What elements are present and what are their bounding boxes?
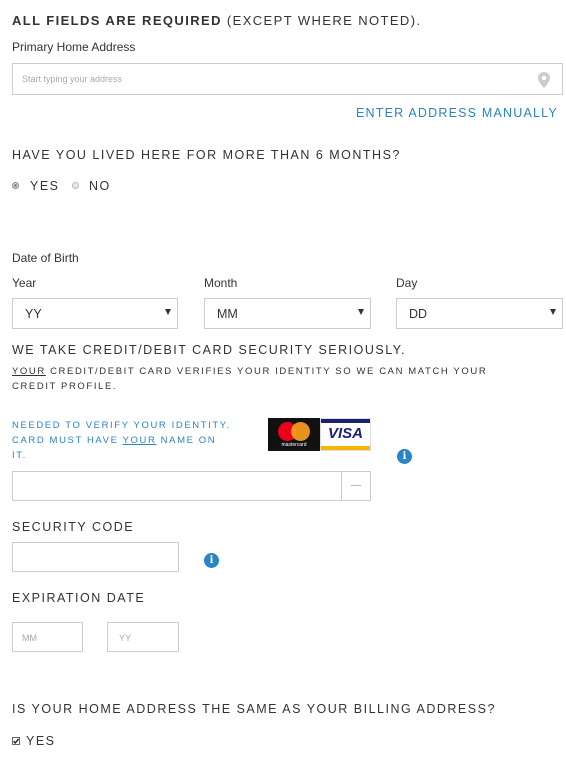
residence-no-radio[interactable]	[72, 182, 79, 189]
card-security-heading: WE TAKE CREDIT/DEBIT CARD SECURITY SERIO…	[12, 343, 406, 357]
mastercard-text: mastercard	[281, 442, 307, 448]
address-label: Primary Home Address	[12, 40, 136, 54]
expiration-month-placeholder: MM	[22, 633, 37, 643]
card-security-info: YOUR CREDIT/DEBIT CARD VERIFIES YOUR IDE…	[12, 364, 487, 394]
residence-yes-radio[interactable]	[12, 182, 19, 189]
card-number-addon: —	[341, 472, 370, 500]
card-verify-note: NEEDED TO VERIFY YOUR IDENTITY. CARD MUS…	[12, 418, 231, 463]
dob-year-value: YY	[25, 307, 42, 321]
billing-yes-label: YES	[26, 734, 56, 748]
residence-question: HAVE YOU LIVED HERE FOR MORE THAN 6 MONT…	[12, 148, 401, 162]
security-code-input[interactable]	[12, 542, 179, 572]
expiration-year-placeholder: YY	[119, 633, 132, 643]
chevron-down-icon	[358, 309, 364, 315]
card-verify-line1: NEEDED TO VERIFY YOUR IDENTITY.	[12, 420, 231, 431]
residence-no-label: NO	[89, 179, 111, 193]
residence-yes-label: YES	[30, 179, 60, 193]
security-code-label: SECURITY CODE	[12, 520, 135, 534]
dob-month-select[interactable]: MM	[204, 298, 371, 329]
dob-year-label: Year	[12, 276, 37, 290]
visa-logo: VISA	[320, 418, 371, 451]
card-info-icon[interactable]: i	[397, 449, 412, 464]
card-info-line1: CREDIT/DEBIT CARD VERIFIES YOUR IDENTITY…	[45, 366, 488, 377]
chevron-down-icon	[165, 309, 171, 315]
required-title: ALL FIELDS ARE REQUIRED	[12, 13, 222, 28]
mastercard-logo: mastercard	[268, 418, 320, 451]
card-verify-line2-post: NAME ON	[156, 435, 217, 446]
expiration-month-input[interactable]: MM	[12, 622, 83, 652]
expiration-year-input[interactable]: YY	[107, 622, 179, 652]
dob-day-select[interactable]: DD	[396, 298, 563, 329]
dob-day-label: Day	[396, 276, 418, 290]
chevron-down-icon	[550, 309, 556, 315]
dob-month-value: MM	[217, 307, 238, 321]
checkbox-checked-icon[interactable]	[12, 737, 20, 745]
expiration-date-label: EXPIRATION DATE	[12, 591, 146, 605]
dob-month-label: Month	[204, 276, 238, 290]
security-code-info-icon[interactable]: i	[204, 553, 219, 568]
card-verify-your: YOUR	[122, 435, 157, 446]
card-info-your: YOUR	[12, 366, 46, 377]
card-info-line2: CREDIT PROFILE.	[12, 381, 118, 392]
dob-day-value: DD	[409, 307, 428, 321]
card-verify-line3: IT.	[12, 450, 27, 461]
required-note: (EXCEPT WHERE NOTED).	[221, 13, 422, 28]
address-input[interactable]: Start typing your address	[12, 63, 563, 95]
card-number-input[interactable]: —	[12, 471, 371, 501]
form-header: ALL FIELDS ARE REQUIRED (EXCEPT WHERE NO…	[12, 13, 421, 28]
enter-address-manually-link[interactable]: ENTER ADDRESS MANUALLY	[356, 106, 558, 120]
dob-label: Date of Birth	[12, 251, 79, 265]
card-verify-line2-pre: CARD MUST HAVE	[12, 435, 123, 446]
dob-year-select[interactable]: YY	[12, 298, 178, 329]
address-placeholder: Start typing your address	[22, 74, 123, 84]
visa-text: VISA	[327, 425, 363, 442]
location-pin-icon	[538, 72, 550, 88]
billing-question: IS YOUR HOME ADDRESS THE SAME AS YOUR BI…	[12, 702, 496, 716]
